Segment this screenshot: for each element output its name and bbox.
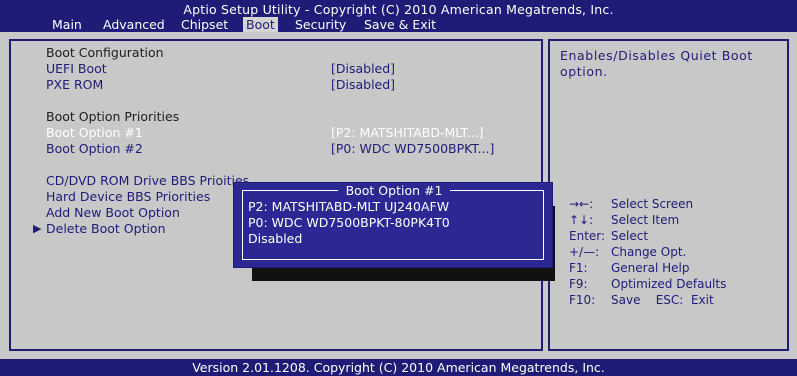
- key-help-select-item: ↑↓: Select Item: [569, 213, 679, 227]
- tab-security[interactable]: Security: [292, 17, 349, 32]
- pxe-rom-option[interactable]: PXE ROM: [46, 77, 103, 92]
- key-label: F10:: [569, 293, 596, 307]
- key-desc: Save ESC: Exit: [611, 293, 714, 307]
- app-title: Aptio Setup Utility - Copyright (C) 2010…: [183, 2, 614, 17]
- key-arrows-lr-icon: →←:: [569, 197, 594, 211]
- tab-boot[interactable]: Boot: [243, 17, 278, 32]
- boot-option-1-value[interactable]: [P2: MATSHITABD-MLT...]: [331, 125, 483, 140]
- key-help-change-opt: +/—: Change Opt.: [569, 245, 686, 259]
- key-help-f1: F1: General Help: [569, 261, 689, 275]
- key-desc: General Help: [611, 261, 690, 275]
- uefi-boot-option[interactable]: UEFI Boot: [46, 61, 107, 76]
- boot-option-priorities-heading: Boot Option Priorities: [46, 109, 180, 124]
- key-desc: Select Screen: [611, 197, 694, 211]
- help-text-line1: Enables/Disables Quiet Boot: [560, 48, 753, 63]
- key-help-select-screen: →←: Select Screen: [569, 197, 693, 211]
- popup-option-p0[interactable]: P0: WDC WD7500BPKT-80PK4T0: [248, 215, 450, 230]
- add-new-boot-option[interactable]: Add New Boot Option: [46, 205, 180, 220]
- menu-tabs: Main Advanced Chipset Boot Security Save…: [0, 17, 797, 32]
- key-desc: Select Item: [611, 213, 680, 227]
- header-bar: Aptio Setup Utility - Copyright (C) 2010…: [0, 0, 797, 32]
- key-label: +/—:: [569, 245, 600, 259]
- key-help-enter: Enter: Select: [569, 229, 648, 243]
- boot-option-1[interactable]: Boot Option #1: [46, 125, 143, 140]
- key-label: F1:: [569, 261, 588, 275]
- footer-version: Version 2.01.1208. Copyright (C) 2010 Am…: [0, 359, 797, 376]
- uefi-boot-value[interactable]: [Disabled]: [331, 61, 395, 76]
- key-desc: Optimized Defaults: [611, 277, 727, 291]
- boot-option-2[interactable]: Boot Option #2: [46, 141, 143, 156]
- boot-option-popup: Boot Option #1 P2: MATSHITABD-MLT UJ240A…: [233, 182, 553, 268]
- boot-option-2-value[interactable]: [P0: WDC WD7500BPKT...]: [331, 141, 494, 156]
- key-help-f9: F9: Optimized Defaults: [569, 277, 726, 291]
- tab-advanced[interactable]: Advanced: [100, 17, 168, 32]
- pxe-rom-value[interactable]: [Disabled]: [331, 77, 395, 92]
- key-arrows-ud-icon: ↑↓:: [569, 213, 594, 227]
- popup-option-disabled[interactable]: Disabled: [248, 231, 302, 246]
- key-desc: Change Opt.: [611, 245, 687, 259]
- tab-chipset[interactable]: Chipset: [178, 17, 231, 32]
- tab-save-exit[interactable]: Save & Exit: [361, 17, 439, 32]
- cdrom-bbs-priorities[interactable]: CD/DVD ROM Drive BBS Prioities: [46, 173, 249, 188]
- tab-main[interactable]: Main: [49, 17, 85, 32]
- popup-title: Boot Option #1: [337, 183, 451, 198]
- key-label: Enter:: [569, 229, 606, 243]
- boot-configuration-heading: Boot Configuration: [46, 45, 164, 60]
- key-help-f10: F10: Save ESC: Exit: [569, 293, 714, 307]
- help-text-line2: option.: [560, 64, 608, 79]
- submenu-arrow-icon: ▶: [33, 222, 42, 235]
- key-label: F9:: [569, 277, 588, 291]
- delete-boot-option[interactable]: Delete Boot Option: [46, 221, 166, 236]
- key-desc: Select: [611, 229, 649, 243]
- hdd-bbs-priorities[interactable]: Hard Device BBS Priorities: [46, 189, 210, 204]
- popup-option-p2[interactable]: P2: MATSHITABD-MLT UJ240AFW: [248, 199, 449, 214]
- cdrom-bbs-label: CD/DVD ROM Drive BBS Prio: [46, 173, 224, 188]
